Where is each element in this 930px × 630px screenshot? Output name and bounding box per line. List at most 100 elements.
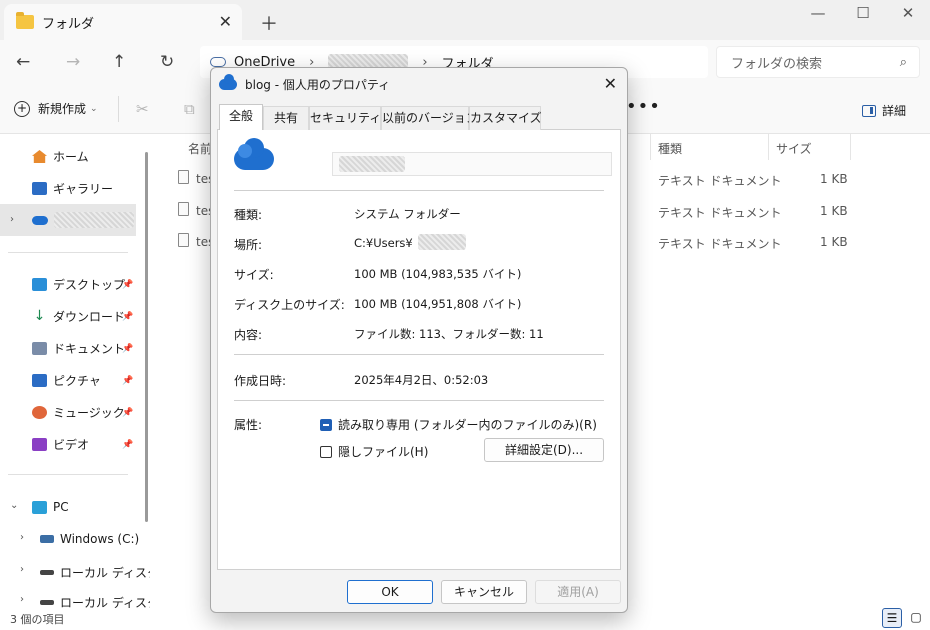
pin-icon[interactable]: 📌 bbox=[122, 376, 133, 386]
details-view-icon[interactable]: ☰ bbox=[882, 608, 902, 628]
folder-name-redacted bbox=[339, 156, 405, 172]
column-header-size[interactable]: サイズ bbox=[776, 140, 812, 157]
new-button-label: 新規作成 bbox=[38, 102, 87, 116]
file-type: テキスト ドキュメント bbox=[658, 174, 782, 188]
sidebar-item-label: Windows (C:) bbox=[60, 532, 140, 546]
column-divider[interactable] bbox=[850, 134, 851, 160]
minimize-button[interactable]: — bbox=[808, 4, 828, 22]
tab-security[interactable]: セキュリティ bbox=[309, 106, 381, 130]
folder-name-field[interactable] bbox=[332, 152, 612, 176]
chevron-right-icon[interactable]: › bbox=[20, 594, 24, 605]
more-options-icon[interactable]: ••• bbox=[626, 96, 661, 117]
readonly-checkbox[interactable]: 読み取り専用 (フォルダー内のファイルのみ)(R) bbox=[320, 416, 597, 433]
tab-customize[interactable]: カスタマイズ bbox=[469, 106, 542, 130]
drive-icon bbox=[40, 600, 54, 605]
pin-icon[interactable]: 📌 bbox=[122, 408, 133, 418]
sidebar-item-label: ダウンロード bbox=[53, 310, 126, 324]
ok-button[interactable]: OK bbox=[347, 580, 433, 604]
title-bar: フォルダ ✕ ＋ — ☐ ✕ bbox=[0, 0, 930, 40]
contents-value: ファイル数: 113、フォルダー数: 11 bbox=[354, 327, 544, 341]
sidebar-item-label: ホーム bbox=[53, 150, 89, 164]
download-icon: ↓ bbox=[33, 308, 46, 324]
cancel-button[interactable]: キャンセル bbox=[441, 580, 527, 604]
created-label: 作成日時: bbox=[234, 374, 287, 388]
sidebar-item-label: ドキュメント bbox=[53, 342, 126, 356]
dialog-title-bar: blog - 個人用のプロパティ ✕ bbox=[211, 68, 627, 100]
sidebar-item-drive-c[interactable]: Windows (C:) bbox=[40, 532, 139, 546]
apply-button[interactable]: 適用(A) bbox=[535, 580, 621, 604]
plus-circle-icon: + bbox=[14, 100, 30, 117]
column-header-name[interactable]: 名前 bbox=[188, 140, 212, 157]
hidden-checkbox[interactable]: 隠しファイル(H) bbox=[320, 443, 428, 460]
new-tab-button[interactable]: ＋ bbox=[260, 10, 278, 36]
column-divider[interactable] bbox=[650, 134, 651, 160]
dialog-title: blog - 個人用のプロパティ bbox=[245, 77, 391, 92]
location-label: 場所: bbox=[234, 238, 263, 252]
tab-general[interactable]: 全般 bbox=[219, 104, 263, 130]
checkbox-unchecked-icon[interactable] bbox=[320, 445, 332, 458]
tiles-view-icon[interactable]: ▢ bbox=[906, 608, 926, 628]
drive-icon bbox=[40, 535, 54, 543]
sidebar-item-label: ギャラリー bbox=[53, 182, 114, 196]
sidebar-item-downloads[interactable]: ↓ ダウンロード 📌 bbox=[32, 308, 134, 325]
close-window-button[interactable]: ✕ bbox=[898, 4, 918, 22]
explorer-tab[interactable]: フォルダ ✕ bbox=[4, 4, 242, 40]
onedrive-cloud-icon bbox=[234, 138, 274, 170]
onedrive-cloud-icon bbox=[210, 57, 226, 67]
sidebar-scrollbar[interactable] bbox=[145, 152, 148, 522]
chevron-down-icon[interactable]: ⌄ bbox=[10, 500, 18, 511]
pin-icon[interactable]: 📌 bbox=[122, 440, 133, 450]
folder-icon bbox=[16, 12, 34, 29]
pin-icon[interactable]: 📌 bbox=[122, 312, 133, 322]
tab-previous-versions[interactable]: 以前のバージョン bbox=[381, 106, 478, 130]
advanced-button[interactable]: 詳細設定(D)... bbox=[484, 438, 604, 462]
sidebar-item-local-disk[interactable]: ローカル ディスク bbox=[40, 564, 159, 581]
location-value: C:¥Users¥ bbox=[354, 236, 413, 250]
copy-icon[interactable]: ⧉ bbox=[184, 100, 195, 118]
pin-icon[interactable]: 📌 bbox=[122, 280, 133, 290]
details-pane-button[interactable]: 詳細 bbox=[862, 102, 906, 119]
search-placeholder: フォルダの検索 bbox=[731, 56, 823, 72]
text-file-icon bbox=[178, 170, 189, 184]
sidebar-item-home[interactable]: ホーム bbox=[32, 148, 89, 165]
chevron-right-icon[interactable]: › bbox=[20, 532, 24, 543]
tab-close-icon[interactable]: ✕ bbox=[219, 12, 232, 31]
sidebar-item-label: ローカル ディスク bbox=[60, 566, 159, 580]
column-header-type[interactable]: 種類 bbox=[658, 140, 682, 157]
hidden-label: 隠しファイル(H) bbox=[338, 445, 429, 459]
sidebar-item-gallery[interactable]: ギャラリー bbox=[32, 180, 113, 197]
new-button[interactable]: + 新規作成 ⌄ bbox=[14, 100, 98, 117]
chevron-right-icon[interactable]: › bbox=[20, 564, 24, 575]
properties-dialog: blog - 個人用のプロパティ ✕ 全般 共有 セキュリティ 以前のバージョン… bbox=[210, 67, 628, 613]
cut-icon[interactable]: ✂ bbox=[136, 100, 149, 118]
up-arrow-icon[interactable]: ↑ bbox=[112, 52, 126, 72]
music-icon bbox=[32, 406, 47, 419]
pictures-icon bbox=[32, 374, 47, 387]
sidebar-item-desktop[interactable]: デスクトップ 📌 bbox=[32, 276, 133, 293]
sidebar-item-pictures[interactable]: ピクチャ 📌 bbox=[32, 372, 133, 389]
sidebar-item-videos[interactable]: ビデオ 📌 bbox=[32, 436, 133, 453]
maximize-button[interactable]: ☐ bbox=[853, 4, 873, 22]
refresh-icon[interactable]: ↻ bbox=[160, 52, 174, 72]
sidebar-divider bbox=[8, 474, 128, 475]
text-file-icon bbox=[178, 233, 189, 247]
back-arrow-icon[interactable]: ← bbox=[16, 52, 30, 72]
desktop-icon bbox=[32, 278, 47, 291]
forward-arrow-icon[interactable]: → bbox=[66, 52, 80, 72]
sidebar-item-label: PC bbox=[53, 500, 69, 514]
dialog-close-icon[interactable]: ✕ bbox=[604, 74, 617, 93]
sidebar-item-documents[interactable]: ドキュメント 📌 bbox=[32, 340, 133, 357]
column-divider[interactable] bbox=[768, 134, 769, 160]
search-icon[interactable]: ⌕ bbox=[900, 55, 907, 70]
tab-sharing[interactable]: 共有 bbox=[263, 106, 309, 130]
sidebar-item-label: デスクトップ bbox=[53, 278, 126, 292]
chevron-right-icon[interactable]: › bbox=[10, 214, 14, 225]
pin-icon[interactable]: 📌 bbox=[122, 344, 133, 354]
sidebar-item-label: ミュージック bbox=[53, 406, 125, 420]
sidebar-item-pc[interactable]: PC bbox=[32, 500, 69, 514]
sidebar-item-music[interactable]: ミュージック 📌 bbox=[32, 404, 133, 421]
type-label: 種類: bbox=[234, 208, 263, 222]
checkbox-indeterminate-icon[interactable] bbox=[320, 418, 332, 431]
dialog-tabs: 全般 共有 セキュリティ 以前のバージョン カスタマイズ bbox=[217, 104, 621, 130]
search-input[interactable]: フォルダの検索 ⌕ bbox=[716, 46, 920, 78]
